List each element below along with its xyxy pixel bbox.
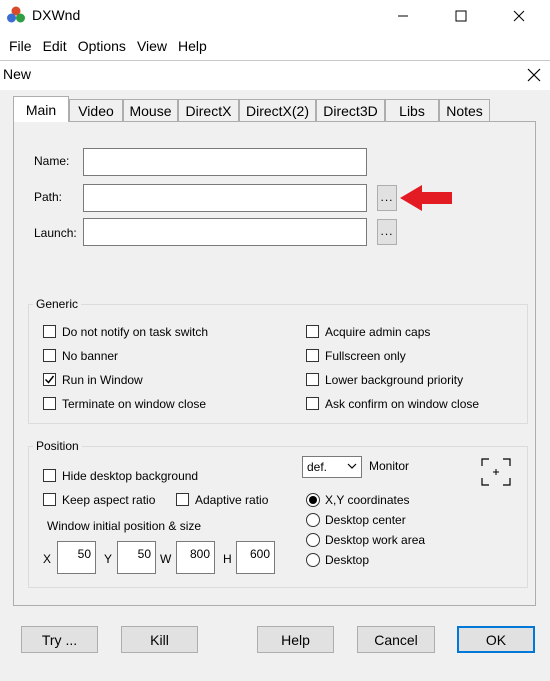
tab-directx2[interactable]: DirectX(2) <box>239 99 316 121</box>
tab-directx[interactable]: DirectX <box>178 99 239 121</box>
x-input[interactable]: 50 <box>57 541 96 574</box>
maximize-icon <box>455 10 467 22</box>
kill-button[interactable]: Kill <box>121 626 198 653</box>
x-label: X <box>43 552 52 566</box>
fullscreen-only-label: Fullscreen only <box>325 349 406 363</box>
try-button[interactable]: Try ... <box>21 626 98 653</box>
tab-video[interactable]: Video <box>69 99 123 121</box>
tab-libs[interactable]: Libs <box>385 99 439 121</box>
chevron-down-icon <box>347 463 357 469</box>
no-banner-checkbox[interactable] <box>43 349 56 362</box>
lower-bg-priority-checkbox[interactable] <box>306 373 319 386</box>
y-label: Y <box>104 552 113 566</box>
desktop-work-area-label: Desktop work area <box>325 533 426 547</box>
menu-edit[interactable]: Edit <box>38 38 72 54</box>
run-in-window-label: Run in Window <box>62 373 143 387</box>
generic-group-title: Generic <box>33 297 82 311</box>
tab-notes[interactable]: Notes <box>439 99 490 121</box>
terminate-on-close-label: Terminate on window close <box>62 397 207 411</box>
lower-bg-priority-label: Lower background priority <box>325 373 464 387</box>
radio-selected-dot <box>309 496 317 504</box>
name-label: Name: <box>34 154 70 168</box>
hide-desktop-label: Hide desktop background <box>62 469 199 483</box>
launch-browse-button[interactable]: ... <box>377 219 397 245</box>
dialog-close-button[interactable] <box>520 62 548 88</box>
app-title: DXWnd <box>32 7 81 23</box>
keep-aspect-checkbox[interactable] <box>43 493 56 506</box>
name-input[interactable] <box>83 148 367 176</box>
no-banner-label: No banner <box>62 349 119 363</box>
h-input[interactable]: 600 <box>236 541 275 574</box>
menu-options[interactable]: Options <box>73 38 131 54</box>
do-not-notify-label: Do not notify on task switch <box>62 325 209 339</box>
close-icon <box>527 68 541 82</box>
menu-bar: File Edit Options View Help <box>0 32 550 60</box>
position-group-title: Position <box>33 439 82 453</box>
cancel-button[interactable]: Cancel <box>357 626 435 653</box>
fullscreen-only-checkbox[interactable] <box>306 349 319 362</box>
tab-mouse[interactable]: Mouse <box>123 99 178 121</box>
adaptive-ratio-checkbox[interactable] <box>176 493 189 506</box>
dialog-title: New <box>3 66 32 82</box>
monitor-select-value: def. <box>307 460 328 474</box>
initial-position-label: Window initial position & size <box>47 519 202 533</box>
menu-file[interactable]: File <box>4 38 37 54</box>
hide-desktop-checkbox[interactable] <box>43 469 56 482</box>
monitor-label: Monitor <box>369 459 410 473</box>
desktop-radio[interactable] <box>306 553 320 567</box>
menu-help[interactable]: Help <box>173 38 212 54</box>
dialog-title-bar <box>0 60 550 90</box>
desktop-center-radio[interactable] <box>306 513 320 527</box>
keep-aspect-label: Keep aspect ratio <box>62 493 156 507</box>
desktop-label: Desktop <box>325 553 370 567</box>
launch-label: Launch: <box>34 226 77 240</box>
position-picker-icon[interactable] <box>480 457 512 487</box>
dxwnd-app-icon <box>6 5 26 25</box>
ask-confirm-close-checkbox[interactable] <box>306 397 319 410</box>
do-not-notify-checkbox[interactable] <box>43 325 56 338</box>
run-in-window-checkbox[interactable] <box>43 373 56 386</box>
xy-coordinates-label: X,Y coordinates <box>325 493 410 507</box>
adaptive-ratio-label: Adaptive ratio <box>195 493 269 507</box>
minimize-icon <box>398 15 408 17</box>
close-icon <box>513 10 525 22</box>
minimize-button[interactable] <box>380 0 426 32</box>
ask-confirm-close-label: Ask confirm on window close <box>325 397 480 411</box>
maximize-button[interactable] <box>438 0 484 32</box>
tab-main[interactable]: Main <box>13 96 69 122</box>
position-group <box>28 446 528 588</box>
path-label: Path: <box>34 190 63 204</box>
h-label: H <box>223 552 232 566</box>
ok-button[interactable]: OK <box>457 626 535 653</box>
w-label: W <box>160 552 172 566</box>
red-arrow-icon <box>398 182 454 214</box>
xy-coordinates-radio[interactable] <box>306 493 320 507</box>
app-close-button[interactable] <box>496 0 542 32</box>
w-input[interactable]: 800 <box>176 541 215 574</box>
monitor-select[interactable]: def. <box>302 456 362 478</box>
terminate-on-close-checkbox[interactable] <box>43 397 56 410</box>
desktop-work-area-radio[interactable] <box>306 533 320 547</box>
help-button[interactable]: Help <box>257 626 334 653</box>
path-browse-button[interactable]: ... <box>377 185 397 211</box>
path-input[interactable] <box>83 184 367 212</box>
acquire-admin-caps-checkbox[interactable] <box>306 325 319 338</box>
launch-input[interactable] <box>83 218 367 246</box>
menu-view[interactable]: View <box>132 38 172 54</box>
desktop-center-label: Desktop center <box>325 513 406 527</box>
checkmark-icon <box>44 375 55 384</box>
tab-direct3d[interactable]: Direct3D <box>316 99 385 121</box>
acquire-admin-caps-label: Acquire admin caps <box>325 325 431 339</box>
y-input[interactable]: 50 <box>117 541 156 574</box>
